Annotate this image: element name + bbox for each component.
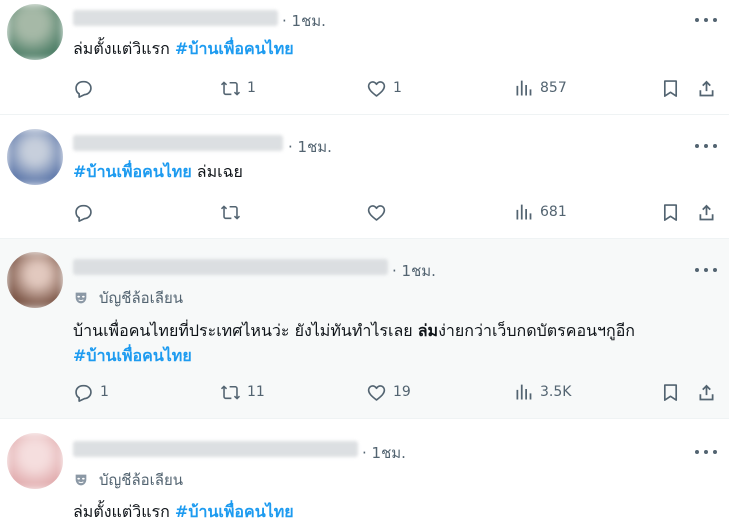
- more-icon[interactable]: [695, 13, 717, 27]
- views-icon: [516, 80, 532, 95]
- share-button[interactable]: [696, 200, 717, 224]
- bookmark-icon: [663, 383, 678, 401]
- like-count: 1: [393, 80, 402, 96]
- views-button[interactable]: 681: [513, 200, 567, 224]
- text-segment-bold: ล่ม: [417, 321, 439, 340]
- views-icon: [516, 204, 532, 219]
- post-actions: 681: [73, 200, 723, 224]
- hashtag-link[interactable]: #บ้านเพื่อคนไทย: [73, 162, 192, 181]
- like-icon: [367, 80, 386, 97]
- post-actions: 1 11 19 3.5K: [73, 380, 723, 404]
- share-icon: [699, 204, 714, 220]
- post-time[interactable]: · 1ชม.: [362, 441, 406, 465]
- avatar[interactable]: [7, 4, 63, 60]
- blurred-username[interactable]: [73, 441, 358, 457]
- like-button[interactable]: 19: [366, 380, 411, 404]
- views-button[interactable]: 3.5K: [513, 380, 571, 404]
- post-text: บ้านเพื่อคนไทยที่ประเทศไหนว่ะ ยังไม่ทันท…: [73, 318, 635, 343]
- bookmark-button[interactable]: [660, 76, 681, 100]
- post-text: #บ้านเพื่อคนไทย ล่มเฉย: [73, 159, 243, 184]
- post-time[interactable]: · 1ชม.: [392, 259, 436, 283]
- avatar[interactable]: [7, 252, 63, 308]
- post-actions: 1 1 857: [73, 76, 723, 100]
- parody-account-label: บัญชีล้อเลียน: [73, 288, 183, 308]
- repost-button[interactable]: 11: [220, 380, 265, 404]
- parody-label-text: บัญชีล้อเลียน: [99, 471, 184, 489]
- bookmark-button[interactable]: [660, 200, 681, 224]
- text-segment: ล่มตั้งแต่วิแรก: [73, 502, 175, 521]
- share-icon: [699, 80, 714, 96]
- blurred-username[interactable]: [73, 135, 283, 151]
- share-button[interactable]: [696, 76, 717, 100]
- more-icon[interactable]: [695, 445, 717, 459]
- post-text-line-2: #บ้านเพื่อคนไทย: [73, 343, 192, 368]
- repost-button[interactable]: 1: [220, 76, 256, 100]
- reply-icon: [75, 80, 92, 98]
- parody-mask-icon: [75, 474, 87, 486]
- post-2[interactable]: · 1ชม. #บ้านเพื่อคนไทย ล่มเฉย 681: [0, 115, 729, 239]
- blurred-username[interactable]: [73, 10, 278, 26]
- more-icon[interactable]: [695, 139, 717, 153]
- repost-icon: [220, 384, 241, 400]
- views-count: 681: [540, 204, 567, 220]
- post-time[interactable]: · 1ชม.: [288, 135, 332, 159]
- like-icon: [367, 204, 386, 221]
- blurred-username[interactable]: [73, 259, 388, 275]
- text-segment: ล่มตั้งแต่วิแรก: [73, 39, 175, 58]
- reply-button[interactable]: [73, 76, 100, 100]
- bookmark-button[interactable]: [660, 380, 681, 404]
- views-count: 857: [540, 80, 567, 96]
- avatar[interactable]: [7, 129, 63, 185]
- post-text: ล่มตั้งแต่วิแรก #บ้านเพื่อคนไทย: [73, 36, 294, 61]
- text-segment: บ้านเพื่อคนไทยที่ประเทศไหนว่ะ ยังไม่ทันท…: [73, 321, 418, 340]
- share-icon: [699, 384, 714, 400]
- repost-count: 11: [247, 384, 265, 400]
- post-4[interactable]: · 1ชม. บัญชีล้อเลียน ล่มตั้งแต่วิแรก #บ้…: [0, 419, 729, 529]
- parody-label-text: บัญชีล้อเลียน: [99, 289, 184, 307]
- reply-icon: [75, 384, 92, 402]
- views-count: 3.5K: [540, 384, 572, 400]
- views-icon: [516, 384, 532, 399]
- repost-icon: [220, 80, 241, 96]
- views-button[interactable]: 857: [513, 76, 567, 100]
- reply-count: 1: [100, 384, 109, 400]
- repost-count: 1: [247, 80, 256, 96]
- reply-icon: [75, 204, 92, 222]
- like-icon: [367, 384, 386, 401]
- post-time[interactable]: · 1ชม.: [282, 9, 326, 33]
- more-icon[interactable]: [695, 263, 717, 277]
- repost-icon: [220, 204, 241, 220]
- post-3[interactable]: · 1ชม. บัญชีล้อเลียน บ้านเพื่อคนไทยที่ปร…: [0, 239, 729, 419]
- like-button[interactable]: [366, 200, 393, 224]
- post-text: ล่มตั้งแต่วิแรก #บ้านเพื่อคนไทย: [73, 499, 294, 524]
- reply-button[interactable]: [73, 200, 100, 224]
- repost-button[interactable]: [220, 200, 247, 224]
- bookmark-icon: [663, 79, 678, 97]
- hashtag-link[interactable]: #บ้านเพื่อคนไทย: [73, 346, 192, 365]
- share-button[interactable]: [696, 380, 717, 404]
- text-segment: ล่มเฉย: [191, 162, 243, 181]
- reply-button[interactable]: 1: [73, 380, 109, 404]
- bookmark-icon: [663, 203, 678, 221]
- like-count: 19: [393, 384, 411, 400]
- like-button[interactable]: 1: [366, 76, 402, 100]
- text-segment: ง่ายกว่าเว็บกดบัตรคอนฯกูอีก: [438, 321, 635, 340]
- post-1[interactable]: · 1ชม. ล่มตั้งแต่วิแรก #บ้านเพื่อคนไทย 1…: [0, 0, 729, 115]
- hashtag-link[interactable]: #บ้านเพื่อคนไทย: [175, 502, 294, 521]
- hashtag-link[interactable]: #บ้านเพื่อคนไทย: [175, 39, 294, 58]
- parody-mask-icon: [75, 292, 87, 304]
- avatar[interactable]: [7, 433, 63, 489]
- parody-account-label: บัญชีล้อเลียน: [73, 470, 183, 490]
